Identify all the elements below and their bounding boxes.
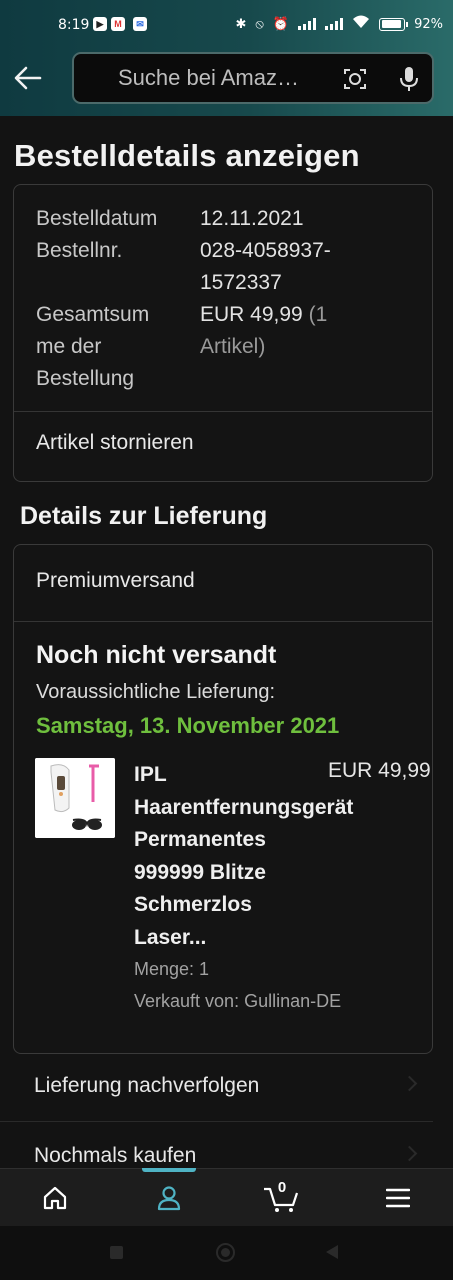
order-date-label: Bestelldatum bbox=[36, 207, 158, 230]
shipping-status: Noch nicht versandt bbox=[36, 641, 277, 669]
divider bbox=[14, 621, 432, 622]
status-time: 8:19 bbox=[58, 17, 90, 33]
top-header: 8:19 ▶ M ✉ ✱ ⦸ ⏰ 92% bbox=[0, 0, 453, 116]
product-title-line: Permanentes bbox=[134, 828, 266, 851]
eta-date: Samstag, 13. November 2021 bbox=[36, 713, 340, 738]
order-item-count-line2: Artikel) bbox=[200, 335, 266, 358]
product-price: EUR 49,99 bbox=[328, 759, 431, 782]
cart-icon[interactable]: 0 bbox=[252, 1169, 312, 1227]
bluetooth-icon: ✱ bbox=[235, 16, 247, 32]
status-bar: 8:19 ▶ M ✉ ✱ ⦸ ⏰ 92% bbox=[0, 0, 453, 50]
camera-icon[interactable] bbox=[342, 66, 368, 92]
product-title-line: 999999 Blitze bbox=[134, 860, 266, 884]
cart-count: 0 bbox=[277, 1179, 287, 1196]
order-date-value: 12.11.2021 bbox=[200, 207, 304, 230]
search-input[interactable] bbox=[118, 62, 338, 94]
order-summary-card: Bestelldatum 12.11.2021 Bestellnr. 028-4… bbox=[13, 184, 433, 482]
gmail-icon: M bbox=[111, 17, 125, 31]
signal-icon bbox=[298, 18, 317, 30]
divider bbox=[14, 411, 432, 412]
signal-icon bbox=[325, 18, 344, 30]
product-quantity: Menge: 1 bbox=[134, 959, 210, 979]
shipping-method: Premiumversand bbox=[36, 569, 195, 592]
battery-icon bbox=[379, 17, 409, 31]
delivery-card: Premiumversand Noch nicht versandt Vorau… bbox=[13, 544, 433, 1054]
menu-icon[interactable] bbox=[368, 1169, 428, 1227]
product-title-line: Laser... bbox=[134, 925, 207, 949]
alarm-icon: ⏰ bbox=[272, 16, 290, 32]
order-number-line1: 028-4058937- bbox=[200, 239, 331, 262]
product-seller: Verkauft von: Gullinan-DE bbox=[134, 991, 342, 1011]
account-icon[interactable] bbox=[139, 1169, 199, 1227]
status-icons: ✱ ⦸ ⏰ 92% bbox=[236, 15, 443, 33]
cancel-items-link[interactable]: Artikel stornieren bbox=[36, 431, 194, 455]
order-total: EUR 49,99 (1 bbox=[200, 299, 327, 331]
play-icon: ▶ bbox=[93, 17, 107, 31]
delivery-section-title: Details zur Lieferung bbox=[20, 502, 268, 530]
system-nav-bar bbox=[0, 1226, 453, 1280]
order-number-label: Bestellnr. bbox=[36, 239, 123, 262]
chevron-right-icon bbox=[401, 1075, 418, 1092]
track-delivery-row[interactable]: Lieferung nachverfolgen bbox=[0, 1054, 433, 1122]
order-item-count: (1 bbox=[308, 303, 328, 326]
page-title: Bestelldetails anzeigen bbox=[14, 138, 360, 173]
vibrate-off-icon: ⦸ bbox=[255, 16, 264, 32]
total-label-line1: Gesamtsum bbox=[36, 303, 150, 326]
mic-icon[interactable] bbox=[398, 65, 420, 93]
eta-label: Voraussichtliche Lieferung: bbox=[36, 681, 276, 703]
total-label-line2: me der bbox=[36, 335, 102, 358]
search-bar[interactable] bbox=[72, 52, 434, 104]
track-delivery-label: Lieferung nachverfolgen bbox=[34, 1074, 260, 1097]
recents-icon[interactable] bbox=[110, 1246, 123, 1259]
product-image[interactable] bbox=[35, 758, 115, 838]
back-arrow-icon[interactable] bbox=[12, 64, 44, 92]
order-total-value: EUR 49,99 bbox=[200, 303, 303, 326]
product-title-line: Haarentfernungsgerät bbox=[134, 795, 354, 819]
back-system-icon[interactable] bbox=[326, 1245, 338, 1259]
product-title-line: Schmerzlos bbox=[134, 893, 252, 916]
wifi-icon bbox=[352, 15, 370, 33]
bottom-nav: 0 bbox=[0, 1168, 453, 1226]
chevron-right-icon bbox=[401, 1145, 418, 1162]
messenger-icon: ✉ bbox=[133, 17, 147, 31]
product-title[interactable]: IPL Haarentfernungsgerät Permanentes 999… bbox=[134, 759, 394, 954]
buy-again-label: Nochmals kaufen bbox=[34, 1144, 197, 1167]
battery-percent: 92% bbox=[414, 16, 443, 32]
order-number-line2: 1572337 bbox=[200, 271, 282, 294]
home-system-icon[interactable] bbox=[216, 1243, 235, 1262]
home-icon[interactable] bbox=[25, 1169, 85, 1227]
total-label-line3: Bestellung bbox=[36, 367, 135, 390]
